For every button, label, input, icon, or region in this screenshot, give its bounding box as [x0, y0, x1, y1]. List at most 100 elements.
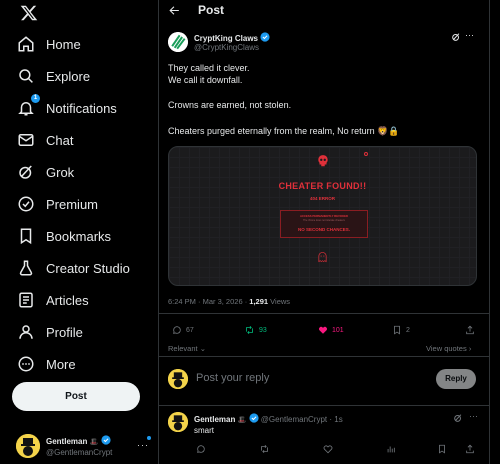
post-text-line: Cheaters purged eternally from the realm…: [168, 126, 400, 136]
repost-icon: [261, 444, 268, 454]
divider: [159, 356, 489, 357]
account-name: Gentleman: [46, 437, 88, 446]
reply-button[interactable]: Reply: [436, 369, 476, 389]
nav-item-home[interactable]: Home: [16, 31, 81, 57]
reply-time[interactable]: · 1s: [329, 415, 342, 424]
nav-label: Grok: [46, 164, 75, 180]
bookmark-icon: [16, 226, 36, 246]
composer-avatar: [168, 369, 188, 389]
reply-action[interactable]: [196, 444, 206, 454]
media-eye-icon: [364, 152, 368, 156]
media-warning-box: ACCESS PERMANENTLY REVOKED The throne do…: [280, 210, 368, 238]
reply-icon: [173, 326, 181, 334]
nav-item-explore[interactable]: Explore: [16, 63, 90, 89]
post-timestamp[interactable]: 6:24 PM · Mar 3, 2026 ·: [168, 297, 249, 306]
divider: [159, 405, 489, 406]
more-circle-icon: [16, 354, 36, 374]
sort-relevant-dropdown[interactable]: Relevant ⌄: [168, 344, 206, 353]
account-switcher[interactable]: Gentleman 🎩 @GentlemanCrypt ···: [16, 434, 156, 460]
creator-icon: [16, 258, 36, 278]
share-action[interactable]: [465, 325, 475, 335]
reply-action[interactable]: 67: [172, 325, 194, 335]
notification-badge: 1: [31, 94, 40, 103]
post-text-line: We call it downfall.: [168, 75, 243, 85]
nav-item-profile[interactable]: Profile: [16, 319, 83, 345]
repost-action[interactable]: 93: [244, 325, 267, 335]
verified-icon: [100, 435, 111, 445]
chevron-right-icon: ›: [466, 344, 472, 353]
bookmark-icon: [394, 325, 400, 335]
reply-author[interactable]: Gentleman: [194, 415, 235, 424]
post-more-icon[interactable]: ···: [465, 30, 474, 40]
nav-item-articles[interactable]: Articles: [16, 287, 89, 313]
nav-item-grok[interactable]: Grok: [16, 159, 74, 185]
nav-label: Home: [46, 36, 81, 52]
share-action[interactable]: [465, 444, 475, 454]
sort-label: Relevant: [168, 344, 198, 353]
nav-label: Creator Studio: [46, 260, 130, 276]
search-icon: [16, 66, 36, 86]
media-box-line: The throne does not tolerate cheaters: [303, 219, 345, 222]
view-quotes-link[interactable]: View quotes ›: [426, 344, 471, 353]
media-subtitle: 404 ERROR: [309, 196, 335, 201]
post-text-line: They called it clever.: [168, 63, 250, 73]
nav-item-chat[interactable]: Chat: [16, 127, 73, 153]
reply-handle[interactable]: @GentlemanCrypt: [261, 415, 327, 424]
like-action[interactable]: [323, 444, 333, 454]
like-action[interactable]: 101: [318, 325, 344, 335]
nav-label: Articles: [46, 292, 89, 308]
post-image[interactable]: CHEATER FOUND!! 404 ERROR ACCESS PERMANE…: [168, 146, 477, 286]
heart-icon: [323, 445, 333, 454]
nav-item-premium[interactable]: Premium: [16, 191, 98, 217]
more-dots-icon[interactable]: ···: [137, 440, 149, 450]
column-divider-right: [489, 0, 490, 464]
article-icon: [16, 290, 36, 310]
account-handle: @GentlemanCrypt: [46, 448, 113, 457]
share-icon: [466, 325, 474, 335]
x-logo-icon[interactable]: [20, 4, 38, 22]
chevron-down-icon: ⌄: [197, 344, 206, 353]
nav-item-bookmarks[interactable]: Bookmarks: [16, 223, 111, 249]
nav-label: Profile: [46, 324, 83, 340]
mail-icon: [16, 130, 36, 150]
post-text-line: Crowns are earned, not stolen.: [168, 100, 292, 110]
bookmark-action[interactable]: 2: [392, 325, 410, 335]
status-dot: [147, 436, 151, 440]
nav-label: Notifications: [46, 100, 117, 116]
author-avatar[interactable]: [168, 32, 188, 52]
repost-count: 93: [259, 326, 267, 334]
reply-more-icon[interactable]: ···: [469, 411, 478, 421]
nav-label: Premium: [46, 196, 99, 212]
share-icon: [466, 444, 474, 454]
reply-avatar[interactable]: [168, 412, 188, 432]
grok-analyze-icon[interactable]: [453, 413, 463, 423]
author-handle[interactable]: @CryptKingClaws: [194, 43, 259, 52]
nav-label: Bookmarks: [46, 228, 112, 244]
person-icon: [16, 322, 36, 342]
reply-author-emoji: 🎩: [237, 417, 247, 424]
reply-input[interactable]: Post your reply: [196, 372, 269, 384]
grok-icon: [16, 162, 36, 182]
grok-analyze-icon[interactable]: [451, 32, 461, 42]
sidebar-post-button[interactable]: Post: [12, 382, 140, 411]
nav-item-notifications[interactable]: 1 Notifications: [16, 94, 117, 121]
verified-icon: [260, 32, 270, 42]
analytics-icon: [387, 446, 395, 453]
bookmark-action[interactable]: [437, 444, 447, 454]
views-count: 1,291: [249, 297, 269, 306]
bookmark-count: 2: [406, 326, 410, 334]
bookmark-icon: [439, 444, 445, 454]
verified-icon: [248, 413, 259, 423]
nav-item-creator-studio[interactable]: Creator Studio: [16, 255, 130, 281]
like-count: 101: [332, 326, 344, 334]
column-divider-left: [158, 0, 159, 464]
author-name[interactable]: CryptKing Claws: [194, 34, 258, 43]
views-action[interactable]: [386, 444, 396, 454]
repost-action[interactable]: [259, 444, 270, 454]
back-arrow-icon[interactable]: [168, 4, 181, 17]
skull-icon: [316, 153, 330, 169]
bell-icon: 1: [16, 94, 40, 118]
nav-label: Chat: [46, 132, 74, 148]
account-emoji: 🎩: [89, 439, 99, 446]
nav-item-more[interactable]: More: [16, 351, 76, 377]
